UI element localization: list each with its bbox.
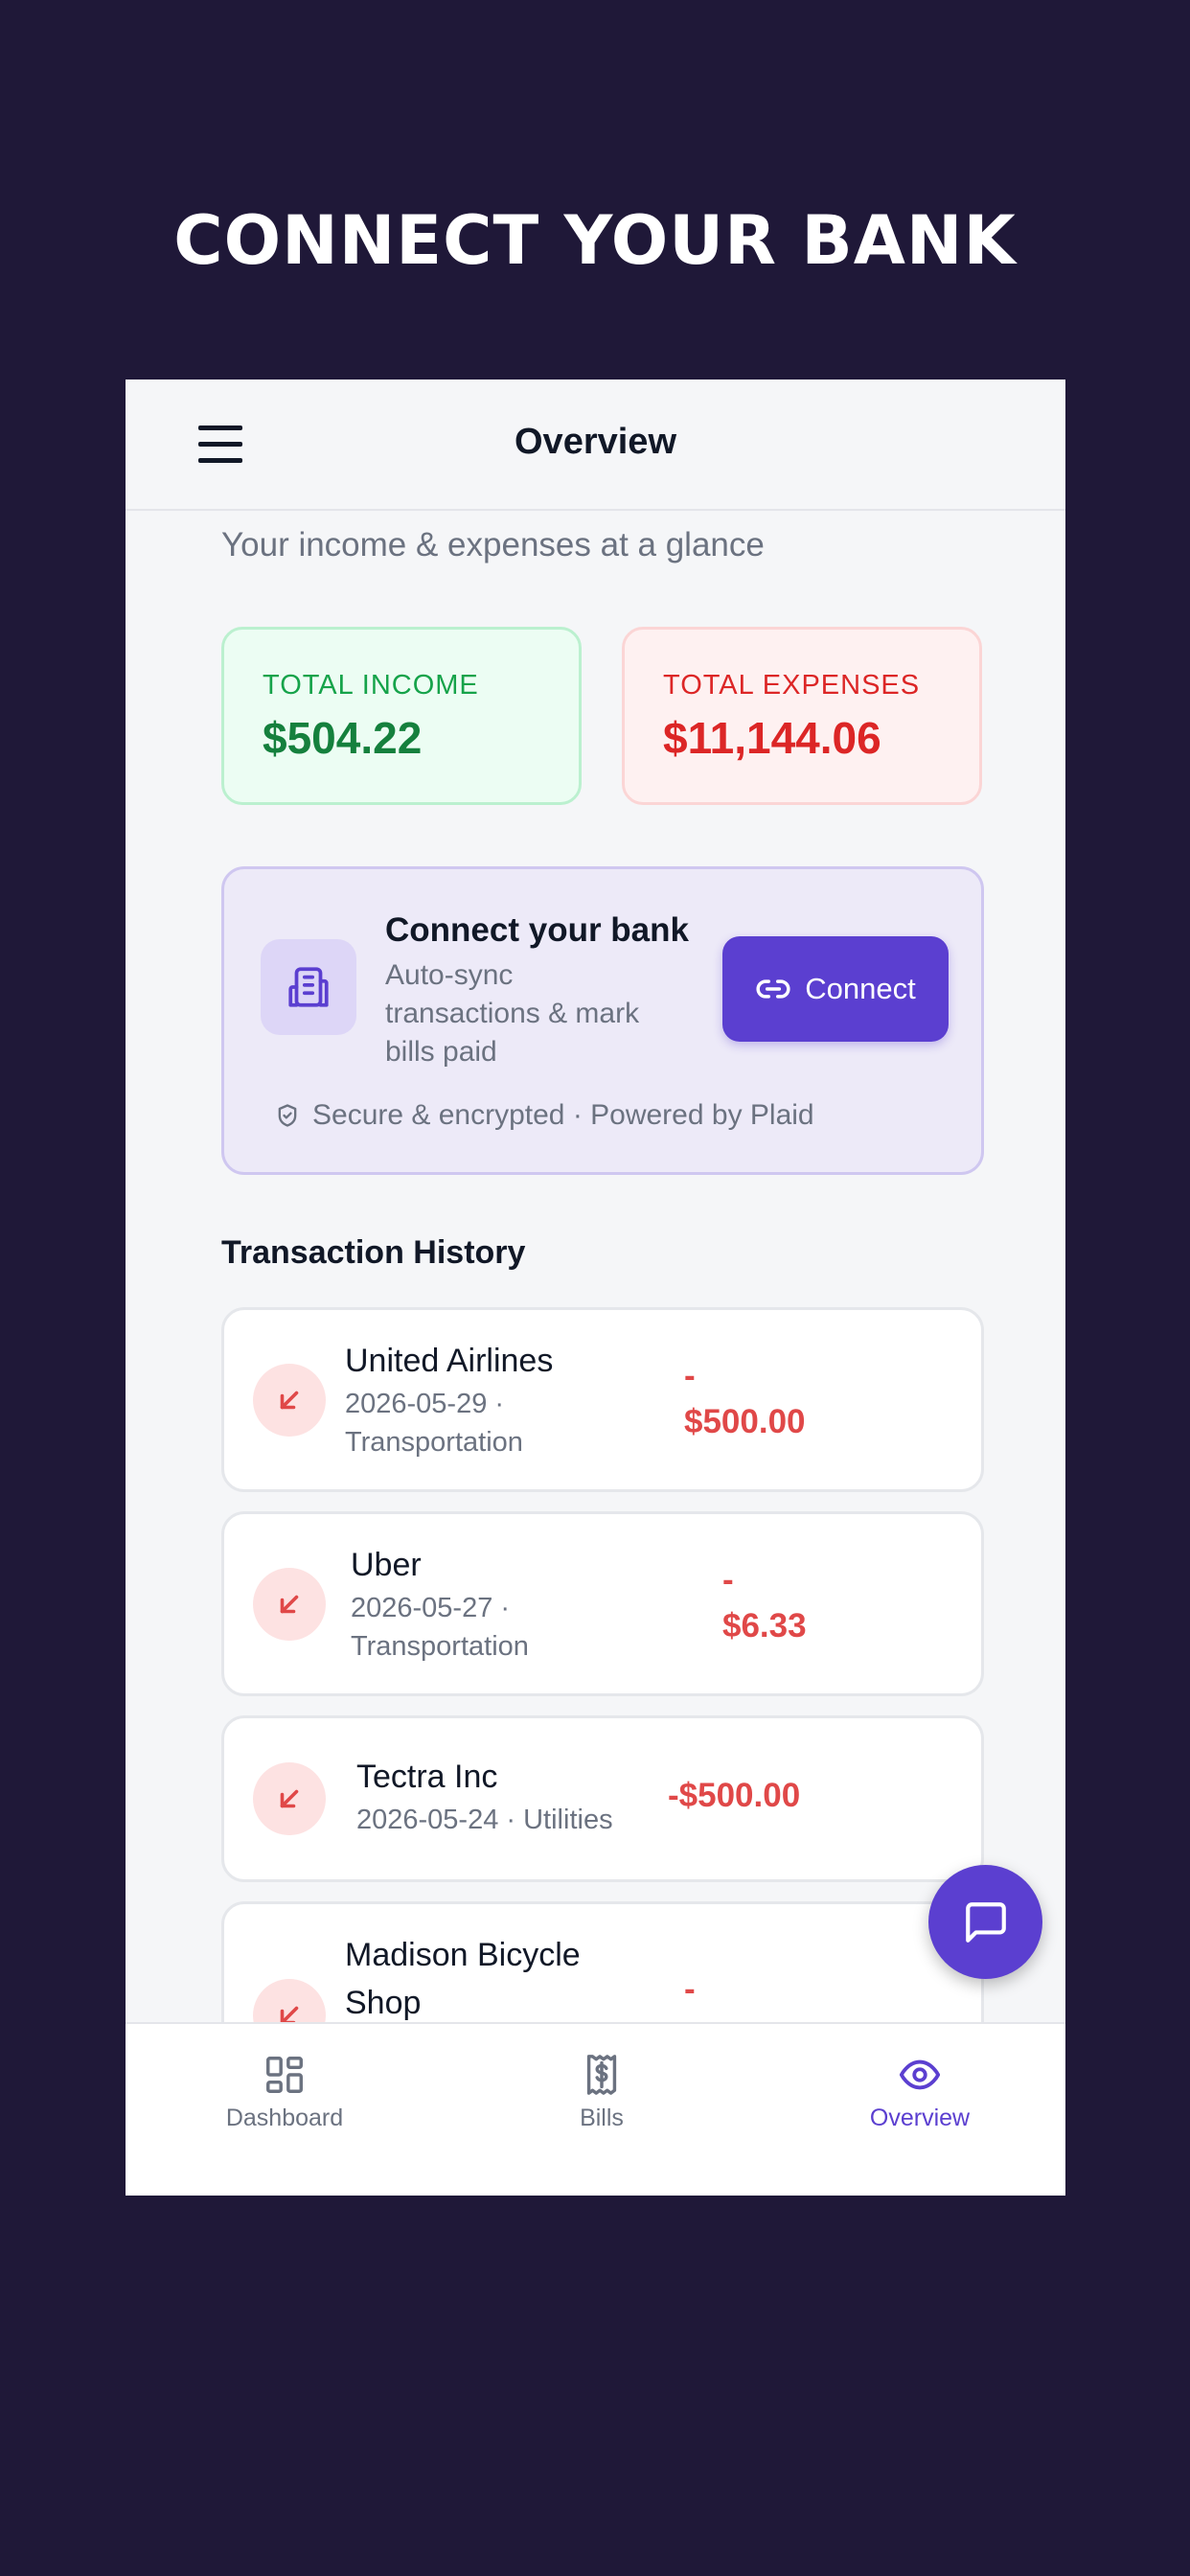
promo-headline: CONNECT YOUR BANK [173,201,1017,280]
transaction-name: Uber [351,1547,422,1583]
transaction-amount: $500.00 [684,1403,806,1440]
eye-icon [899,2059,941,2090]
transaction-name: Tectra Inc [356,1759,498,1795]
nav-item-bills[interactable]: Bills [506,2053,698,2132]
secure-note-text: Secure & encrypted · Powered by Plaid [312,1099,814,1131]
transaction-amount: $6.33 [722,1607,807,1644]
phone-screen: Overview Your income & expenses at a gla… [126,380,1065,2196]
transaction-history-title: Transaction History [221,1234,526,1271]
transaction-meta: 2026-05-29 · Transportation [345,1389,523,1458]
bank-building-icon [261,939,356,1035]
transaction-item[interactable]: Tectra Inc 2026-05-24 · Utilities -$500.… [221,1715,984,1882]
nav-label-overview: Overview [869,2104,971,2131]
page-subtitle: Your income & expenses at a glance [221,526,765,564]
total-expenses-label: TOTAL EXPENSES [663,670,921,701]
shield-check-icon [278,1104,297,1127]
bottom-navigation: Dashboard Bills Overview [126,2022,1065,2196]
grid-icon [266,2057,303,2093]
arrow-down-left-icon [253,1364,326,1437]
transaction-amount-sign: - [684,1970,696,2008]
chat-button[interactable] [928,1865,1042,1979]
connect-bank-description: Auto-sync transactions & mark bills paid [385,959,640,1068]
transaction-item[interactable]: United Airlines 2026-05-29 · Transportat… [221,1307,984,1492]
overview-content[interactable]: Your income & expenses at a glance TOTAL… [126,511,1065,2196]
link-icon [756,979,790,999]
transaction-amount-sign: - [684,1357,696,1394]
transaction-amount: -$500.00 [668,1777,801,1814]
connect-bank-title: Connect your bank [385,911,689,949]
page-title: Overview [515,422,676,462]
connect-button[interactable]: Connect [722,936,949,1042]
nav-label-bills: Bills [580,2104,624,2131]
total-income-card: TOTAL INCOME $504.22 [221,627,582,805]
receipt-icon [586,2055,617,2095]
chat-bubble-icon [966,1902,1006,1943]
nav-item-overview[interactable]: Overview [824,2053,1016,2132]
transaction-item[interactable]: Uber 2026-05-27 · Transportation - $6.33 [221,1511,984,1696]
total-expenses-card: TOTAL EXPENSES $11,144.06 [622,627,982,805]
total-income-label: TOTAL INCOME [263,670,479,701]
nav-label-dashboard: Dashboard [225,2104,344,2131]
total-income-value: $504.22 [263,713,423,763]
connect-button-label: Connect [805,972,916,1005]
arrow-down-left-icon [253,1568,326,1641]
transaction-meta: 2026-05-24 · Utilities [356,1805,613,1835]
secure-note: Secure & encrypted · Powered by Plaid [274,1099,814,1132]
transaction-name: United Airlines [345,1343,554,1379]
total-expenses-value: $11,144.06 [663,713,881,763]
transaction-name: Madison Bicycle Shop [345,1937,581,2021]
arrow-down-left-icon [253,1762,326,1835]
app-bar: Overview [126,380,1065,511]
transaction-amount-sign: - [722,1561,734,1598]
transaction-meta: 2026-05-27 · Transportation [351,1593,529,1662]
nav-item-dashboard[interactable]: Dashboard [189,2053,380,2132]
connect-bank-card: Connect your bank Auto-sync transactions… [221,866,984,1175]
